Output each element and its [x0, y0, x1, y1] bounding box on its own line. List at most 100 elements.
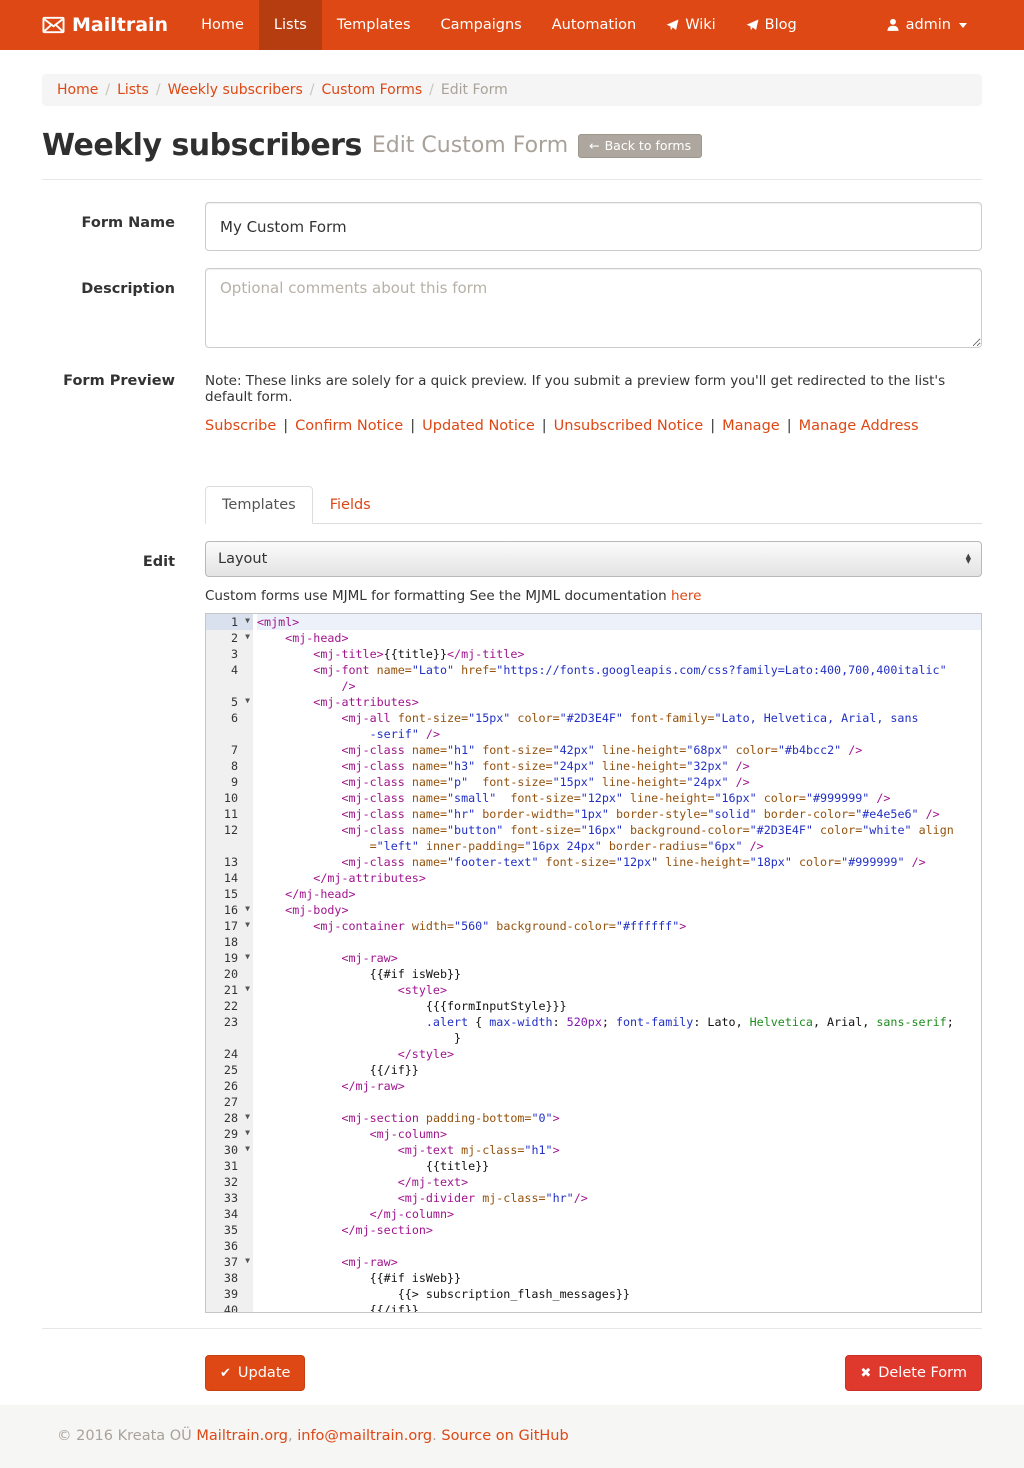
gutter-line[interactable] [206, 838, 253, 854]
code-line[interactable]: ="left" inner-padding="16px 24px" border… [257, 838, 981, 854]
code-line[interactable]: -serif" /> [257, 726, 981, 742]
gutter-line[interactable]: 10 [206, 790, 253, 806]
nav-item-wiki[interactable]: Wiki [651, 0, 730, 50]
gutter-line[interactable]: 23 [206, 1014, 253, 1030]
fold-toggle-icon[interactable]: ▼ [245, 981, 250, 997]
code-line[interactable]: <mj-head> [257, 630, 981, 646]
gutter-line[interactable]: 22 [206, 998, 253, 1014]
gutter-line[interactable]: 19▼ [206, 950, 253, 966]
gutter-line[interactable]: 8 [206, 758, 253, 774]
fold-toggle-icon[interactable]: ▼ [245, 1253, 250, 1269]
gutter-line[interactable] [206, 1030, 253, 1046]
gutter-line[interactable]: 18 [206, 934, 253, 950]
fold-toggle-icon[interactable]: ▼ [245, 613, 250, 629]
form-name-input[interactable] [205, 202, 982, 251]
code-line[interactable]: {{> subscription_flash_messages}} [257, 1286, 981, 1302]
template-select[interactable]: Layout ▲▼ [205, 541, 982, 577]
fold-toggle-icon[interactable]: ▼ [245, 1109, 250, 1125]
gutter-line[interactable]: 30▼ [206, 1142, 253, 1158]
fold-toggle-icon[interactable]: ▼ [245, 629, 250, 645]
code-line[interactable]: <mj-class name="h3" font-size="24px" lin… [257, 758, 981, 774]
code-line[interactable]: <mj-section padding-bottom="0"> [257, 1110, 981, 1126]
gutter-line[interactable]: 14 [206, 870, 253, 886]
code-line[interactable]: {{/if}} [257, 1062, 981, 1078]
code-line[interactable]: <mj-body> [257, 902, 981, 918]
update-button[interactable]: ✔ Update [205, 1355, 305, 1391]
gutter-line[interactable]: 15 [206, 886, 253, 902]
code-line[interactable]: <mj-attributes> [257, 694, 981, 710]
code-line[interactable]: </mj-section> [257, 1222, 981, 1238]
gutter-line[interactable]: 32 [206, 1174, 253, 1190]
code-line[interactable]: <mj-text mj-class="h1"> [257, 1142, 981, 1158]
code-line[interactable]: </mj-head> [257, 886, 981, 902]
brand-link[interactable]: Mailtrain [42, 0, 186, 50]
gutter-line[interactable]: 4 [206, 662, 253, 678]
gutter-line[interactable]: 35 [206, 1222, 253, 1238]
gutter-line[interactable]: 11 [206, 806, 253, 822]
gutter-line[interactable]: 6 [206, 710, 253, 726]
code-line[interactable]: <mjml> [257, 614, 981, 630]
gutter-line[interactable]: 12 [206, 822, 253, 838]
nav-item-campaigns[interactable]: Campaigns [426, 0, 537, 50]
fold-toggle-icon[interactable]: ▼ [245, 1141, 250, 1157]
code-line[interactable]: <mj-container width="560" background-col… [257, 918, 981, 934]
delete-form-button[interactable]: ✖ Delete Form [845, 1355, 982, 1391]
footer-link-mailtrain-org[interactable]: Mailtrain.org [196, 1428, 288, 1444]
gutter-line[interactable]: 9 [206, 774, 253, 790]
gutter-line[interactable]: 3 [206, 646, 253, 662]
breadcrumb-link[interactable]: Custom Forms [322, 82, 423, 98]
code-line[interactable]: {{#if isWeb}} [257, 966, 981, 982]
footer-link-source-on-github[interactable]: Source on GitHub [441, 1428, 568, 1444]
code-line[interactable]: {{#if isWeb}} [257, 1270, 981, 1286]
gutter-line[interactable]: 20 [206, 966, 253, 982]
description-textarea[interactable] [205, 268, 982, 348]
code-line[interactable] [257, 1238, 981, 1254]
code-line[interactable]: <mj-all font-size="15px" color="#2D3E4F"… [257, 710, 981, 726]
mjml-docs-link[interactable]: here [671, 588, 701, 604]
gutter-line[interactable] [206, 726, 253, 742]
code-line[interactable]: <mj-divider mj-class="hr"/> [257, 1190, 981, 1206]
code-line[interactable]: <mj-title>{{title}}</mj-title> [257, 646, 981, 662]
gutter-line[interactable]: 17▼ [206, 918, 253, 934]
code-line[interactable] [257, 934, 981, 950]
gutter-line[interactable]: 37▼ [206, 1254, 253, 1270]
preview-link-subscribe[interactable]: Subscribe [205, 418, 276, 434]
breadcrumb-link[interactable]: Lists [117, 82, 149, 98]
gutter-line[interactable]: 34 [206, 1206, 253, 1222]
user-menu[interactable]: admin [871, 17, 982, 33]
nav-item-blog[interactable]: Blog [731, 0, 812, 50]
tab-fields[interactable]: Fields [313, 486, 388, 524]
nav-item-automation[interactable]: Automation [537, 0, 651, 50]
code-line[interactable]: <mj-class name="h1" font-size="42px" lin… [257, 742, 981, 758]
code-line[interactable]: <mj-raw> [257, 950, 981, 966]
code-line[interactable]: </mj-text> [257, 1174, 981, 1190]
nav-item-lists[interactable]: Lists [259, 0, 322, 50]
gutter-line[interactable]: 29▼ [206, 1126, 253, 1142]
gutter-line[interactable]: 36 [206, 1238, 253, 1254]
preview-link-manage-address[interactable]: Manage Address [799, 418, 919, 434]
code-line[interactable]: .alert { max-width: 520px; font-family: … [257, 1014, 981, 1030]
fold-toggle-icon[interactable]: ▼ [245, 901, 250, 917]
gutter-line[interactable]: 39 [206, 1286, 253, 1302]
code-line[interactable]: {{/if}} [257, 1302, 981, 1312]
code-line[interactable]: <mj-font name="Lato" href="https://fonts… [257, 662, 981, 678]
gutter-line[interactable]: 21▼ [206, 982, 253, 998]
code-line[interactable]: <mj-class name="p" font-size="15px" line… [257, 774, 981, 790]
footer-link-info-mailtrain-org[interactable]: info@mailtrain.org [297, 1428, 432, 1444]
gutter-line[interactable]: 38 [206, 1270, 253, 1286]
gutter-line[interactable]: 16▼ [206, 902, 253, 918]
code-line[interactable]: </mj-raw> [257, 1078, 981, 1094]
code-line[interactable]: /> [257, 678, 981, 694]
nav-item-templates[interactable]: Templates [322, 0, 426, 50]
gutter-line[interactable]: 28▼ [206, 1110, 253, 1126]
back-to-forms-button[interactable]: ← Back to forms [578, 134, 702, 158]
preview-link-confirm-notice[interactable]: Confirm Notice [295, 418, 403, 434]
fold-toggle-icon[interactable]: ▼ [245, 693, 250, 709]
code-line[interactable]: </style> [257, 1046, 981, 1062]
code-line[interactable]: <style> [257, 982, 981, 998]
gutter-line[interactable]: 25 [206, 1062, 253, 1078]
breadcrumb-link[interactable]: Weekly subscribers [168, 82, 303, 98]
preview-link-updated-notice[interactable]: Updated Notice [422, 418, 535, 434]
gutter-line[interactable]: 2▼ [206, 630, 253, 646]
gutter-line[interactable]: 33 [206, 1190, 253, 1206]
